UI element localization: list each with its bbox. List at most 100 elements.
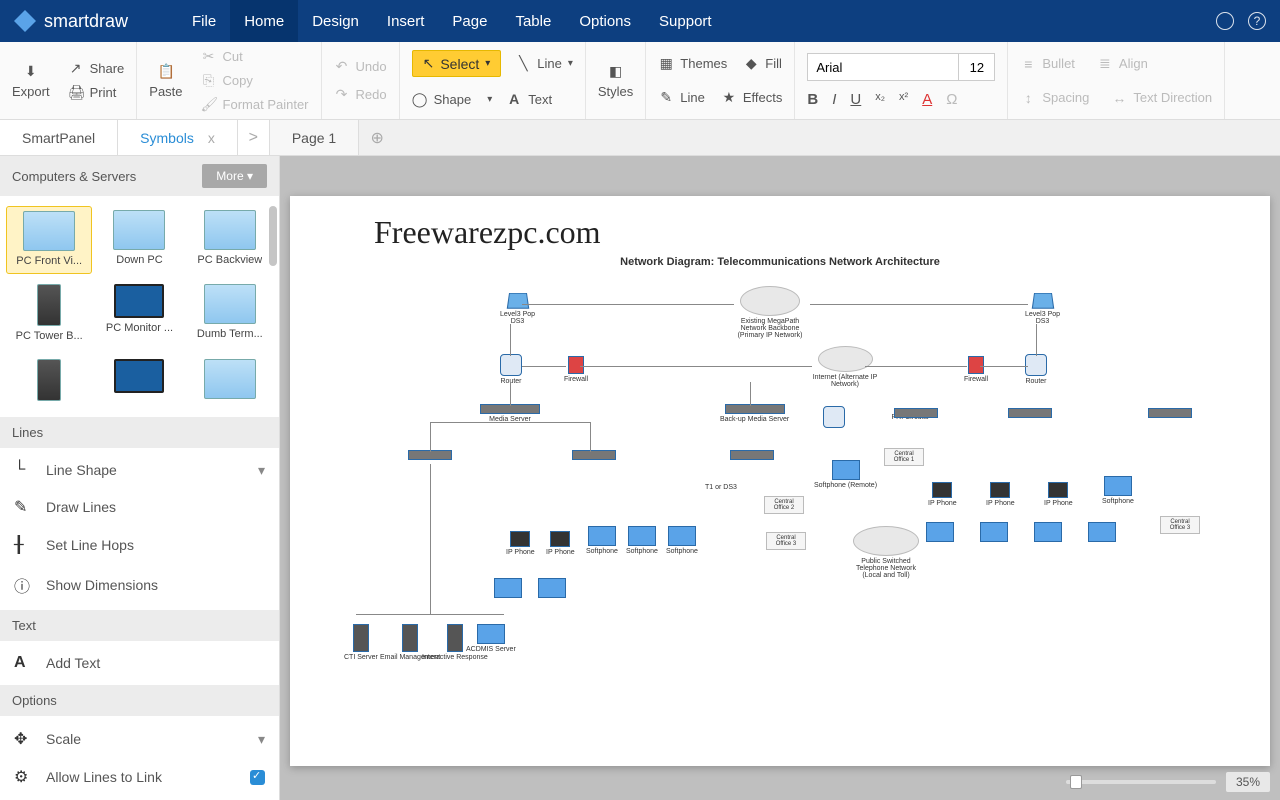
node-firewall-right[interactable]: Firewall: [964, 356, 988, 383]
align-button[interactable]: ≣Align: [1097, 52, 1148, 76]
node-l3pop-left[interactable]: Level3 PopDS3: [500, 291, 535, 325]
symbol-pc-monitor[interactable]: PC Monitor ...: [96, 280, 182, 348]
tab-arrow[interactable]: >: [238, 120, 270, 155]
checkbox-checked-icon[interactable]: [250, 770, 265, 785]
menu-insert[interactable]: Insert: [373, 0, 439, 42]
node-switch[interactable]: [572, 450, 616, 462]
italic-button[interactable]: I: [832, 91, 836, 108]
line-style-button[interactable]: ✎Line: [658, 86, 705, 110]
cut-button[interactable]: ✂Cut: [201, 45, 309, 69]
menu-table[interactable]: Table: [501, 0, 565, 42]
node-ipphone[interactable]: IP Phone: [1044, 482, 1073, 507]
scrollbar-thumb[interactable]: [269, 206, 277, 266]
draw-lines-item[interactable]: ✎Draw Lines: [0, 488, 279, 526]
node-ipphone[interactable]: IP Phone: [928, 482, 957, 507]
font-name-input[interactable]: [808, 54, 958, 80]
text-tool[interactable]: AText: [506, 87, 552, 111]
undo-button[interactable]: ↶Undo: [334, 55, 387, 79]
close-icon[interactable]: x: [208, 130, 215, 146]
add-text-item[interactable]: AAdd Text: [0, 645, 279, 681]
node-softphone[interactable]: Softphone: [666, 526, 698, 555]
scale-item[interactable]: ✥Scale▾: [0, 720, 279, 758]
node-softphone[interactable]: Softphone: [586, 526, 618, 555]
node-ipphone[interactable]: IP Phone: [546, 531, 575, 556]
node-backup-media[interactable]: Back-up Media Server: [720, 404, 789, 423]
menu-home[interactable]: Home: [230, 0, 298, 42]
page-tab[interactable]: Page 1: [270, 120, 359, 155]
symbols-tab[interactable]: Symbolsx: [118, 120, 238, 155]
symbol-item[interactable]: [96, 355, 182, 407]
node-cti[interactable]: CTI Server: [344, 624, 378, 661]
node-backbone[interactable]: Existing MegaPath Network Backbone (Prim…: [730, 286, 810, 339]
fill-button[interactable]: ◆Fill: [743, 52, 782, 76]
smartpanel-tab[interactable]: SmartPanel: [0, 120, 118, 155]
node-ipphone[interactable]: IP Phone: [506, 531, 535, 556]
node-softphone[interactable]: [1034, 522, 1062, 544]
node-co3[interactable]: Central Office 3: [766, 532, 806, 552]
symbol-item[interactable]: [187, 355, 273, 407]
allow-lines-link-item[interactable]: ⚙Allow Lines to Link: [0, 758, 279, 796]
effects-button[interactable]: ★Effects: [721, 86, 783, 110]
redo-button[interactable]: ↷Redo: [334, 83, 387, 107]
menu-file[interactable]: File: [178, 0, 230, 42]
line-tool[interactable]: ╲Line▾: [515, 52, 573, 76]
node-co1[interactable]: Central Office 1: [884, 448, 924, 468]
zoom-slider[interactable]: [1066, 780, 1216, 784]
copy-button[interactable]: ⎘Copy: [201, 69, 309, 93]
node-softphone[interactable]: [926, 522, 954, 544]
globe-icon[interactable]: [1216, 12, 1234, 30]
share-button[interactable]: ↗Share: [68, 57, 125, 81]
node-router-right[interactable]: Router: [1025, 354, 1047, 385]
node-co3-right[interactable]: Central Office 3: [1160, 516, 1200, 536]
export-button[interactable]: ⬇Export: [12, 63, 50, 99]
node-ipphone[interactable]: IP Phone: [986, 482, 1015, 507]
zoom-handle[interactable]: [1070, 775, 1082, 789]
add-page-button[interactable]: ⊕: [359, 120, 395, 155]
themes-button[interactable]: ▦Themes: [658, 52, 727, 76]
select-tool[interactable]: ↖Select▾: [412, 50, 502, 77]
text-direction-button[interactable]: ↔Text Direction: [1111, 86, 1212, 110]
node-switch[interactable]: [730, 450, 774, 462]
node-softphone[interactable]: Softphone: [1102, 476, 1134, 505]
more-symbols-button[interactable]: More ▾: [202, 164, 267, 188]
symbol-pc-front[interactable]: PC Front Vi...: [6, 206, 92, 274]
symbol-item[interactable]: [6, 355, 92, 407]
node-router-left[interactable]: Router: [500, 354, 522, 385]
show-dimensions-item[interactable]: ⓘShow Dimensions: [0, 564, 279, 606]
node-softphone[interactable]: [980, 522, 1008, 544]
node-router-mid[interactable]: [823, 406, 845, 430]
menu-support[interactable]: Support: [645, 0, 726, 42]
subscript-button[interactable]: x₂: [875, 91, 885, 108]
paste-button[interactable]: 📋Paste: [149, 63, 182, 99]
node-co2[interactable]: Central Office 2: [764, 496, 804, 516]
node-firewall-left[interactable]: Firewall: [564, 356, 588, 383]
font-size-input[interactable]: [958, 54, 994, 80]
bold-button[interactable]: B: [807, 91, 818, 108]
node-switch[interactable]: [1148, 408, 1192, 420]
spacing-button[interactable]: ↕Spacing: [1020, 86, 1089, 110]
node-softphone[interactable]: [538, 578, 566, 600]
bullet-button[interactable]: ≡Bullet: [1020, 52, 1075, 76]
superscript-button[interactable]: x²: [899, 91, 908, 108]
canvas-paper[interactable]: Freewarezpc.com Network Diagram: Telecom…: [290, 196, 1270, 766]
node-softphone-remote[interactable]: Softphone (Remote): [814, 460, 877, 489]
underline-button[interactable]: U: [850, 91, 861, 108]
line-hops-item[interactable]: ╂Set Line Hops: [0, 526, 279, 564]
symbol-down-pc[interactable]: Down PC: [96, 206, 182, 274]
symbol-dumb-term[interactable]: Dumb Term...: [187, 280, 273, 348]
menu-design[interactable]: Design: [298, 0, 373, 42]
font-color-button[interactable]: A: [922, 91, 932, 108]
styles-button[interactable]: ◧Styles: [598, 63, 633, 99]
node-l3pop-right[interactable]: Level3 PopDS3: [1025, 291, 1060, 325]
node-softphone[interactable]: [494, 578, 522, 600]
help-icon[interactable]: ?: [1248, 12, 1266, 30]
node-softphone[interactable]: [1088, 522, 1116, 544]
omega-button[interactable]: Ω: [946, 91, 957, 108]
line-shape-item[interactable]: └Line Shape▾: [0, 452, 279, 488]
zoom-value[interactable]: 35%: [1226, 772, 1270, 792]
node-softphone[interactable]: Softphone: [626, 526, 658, 555]
print-button[interactable]: 🖨Print: [68, 81, 125, 105]
node-switch[interactable]: [894, 408, 938, 420]
node-switch[interactable]: [1008, 408, 1052, 420]
node-pstn[interactable]: Public Switched Telephone Network (Local…: [846, 526, 926, 579]
